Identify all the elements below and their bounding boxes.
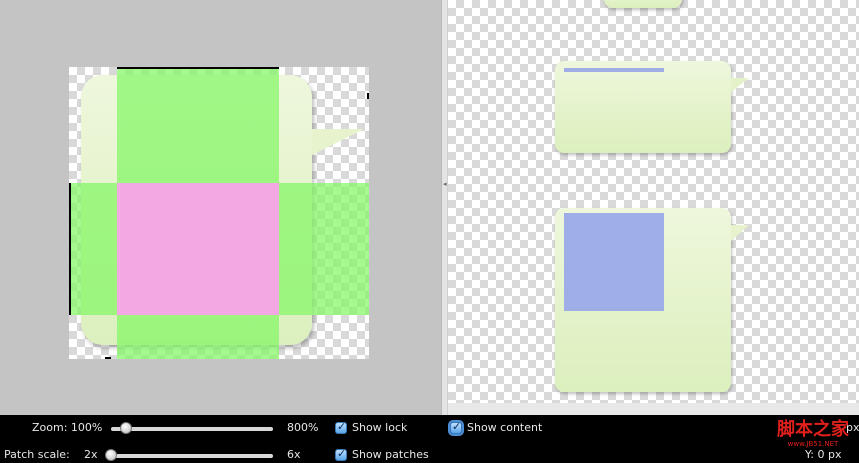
preview-scroll-area <box>448 403 859 415</box>
preview-content-area-tall <box>564 213 664 311</box>
show-lock-checkbox[interactable] <box>335 420 347 434</box>
bottom-padding-marker[interactable] <box>105 357 111 359</box>
site-watermark: 脚本之家 www.JB51.NET <box>770 419 856 449</box>
patch-scale-min-label: 2x <box>84 448 98 461</box>
patch-scale-max-label: 6x <box>287 448 301 461</box>
pane-splitter[interactable]: ◂ <box>441 0 448 415</box>
preview-content-area-wide <box>564 68 664 72</box>
preview-bubble-wide <box>555 61 731 153</box>
splitter-grip-icon[interactable]: ◂ <box>443 181 447 188</box>
show-content-label[interactable]: Show content <box>467 421 542 435</box>
watermark-text: 脚本之家 <box>777 419 849 440</box>
preview-bubble-tall-tail <box>731 225 749 241</box>
patch-scale-label: Patch scale: <box>4 448 70 461</box>
zoom-slider-track[interactable] <box>111 427 273 431</box>
nine-patch-edit-canvas[interactable] <box>69 67 369 359</box>
nine-patch-editor-pane[interactable] <box>0 0 441 415</box>
show-patches-label[interactable]: Show patches <box>352 448 429 462</box>
zoom-slider-thumb[interactable] <box>120 422 132 434</box>
show-content-checkbox[interactable] <box>450 420 462 434</box>
preview-pane[interactable] <box>448 0 859 403</box>
coord-y-readout: Y: 0 px <box>805 448 842 461</box>
preview-bubble-small <box>604 0 682 8</box>
zoom-label: Zoom: 100% <box>32 421 103 434</box>
bubble-tail <box>312 129 364 155</box>
watermark-url: www.JB51.NET <box>787 440 839 448</box>
fixed-patch-center <box>117 183 279 315</box>
show-patches-checkbox[interactable] <box>335 447 347 461</box>
patch-scale-slider-thumb[interactable] <box>105 449 117 461</box>
control-bar: Zoom: 100% 800% Patch scale: 2x 6x Show … <box>0 415 859 463</box>
show-lock-label[interactable]: Show lock <box>352 421 407 435</box>
zoom-max-label: 800% <box>287 421 319 434</box>
right-padding-marker[interactable] <box>367 93 369 99</box>
top-stretch-marker[interactable] <box>117 67 279 69</box>
patch-scale-slider-track[interactable] <box>106 454 273 458</box>
left-stretch-marker[interactable] <box>69 183 71 315</box>
preview-bubble-wide-tail <box>731 78 749 92</box>
